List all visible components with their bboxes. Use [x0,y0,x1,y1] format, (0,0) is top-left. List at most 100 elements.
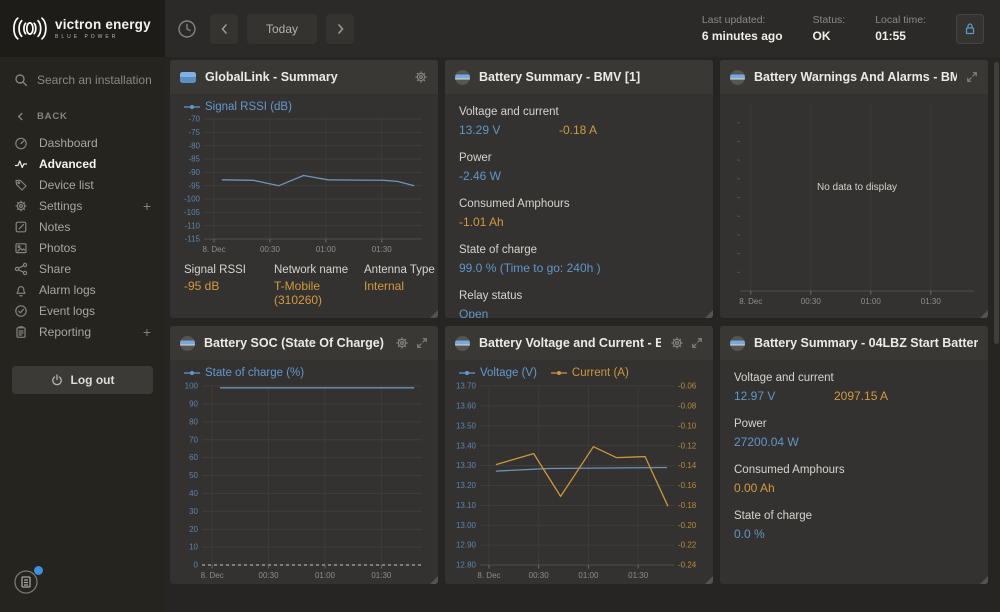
svg-text:01:30: 01:30 [921,297,942,306]
sidebar-item-event-logs[interactable]: Event logs [0,300,165,321]
legend-entry[interactable]: Signal RSSI (dB) [184,101,292,113]
scrollbar-thumb[interactable] [994,62,999,344]
sidebar-item-advanced[interactable]: Advanced [0,153,165,174]
line-marker-icon [459,369,475,377]
prev-period-button[interactable] [210,14,238,44]
brand-logo[interactable]: victron energy BLUE POWER [0,0,165,57]
card-header[interactable]: Battery Summary - 04LBZ Start Battery... [720,326,988,360]
resize-grip[interactable] [980,576,988,584]
bmv-device-icon [730,336,745,351]
svg-text:-0.22: -0.22 [678,541,697,550]
globallink-stat: Antenna TypeInternal [364,264,438,307]
resize-grip[interactable] [980,310,988,318]
logout-button[interactable]: Log out [12,366,153,394]
card-header[interactable]: Battery Voltage and Current - BMV [1] [445,326,713,360]
sidebar-item-reporting[interactable]: Reporting + [0,321,165,342]
expand-icon[interactable] [691,337,703,349]
chart-legend: Voltage (V) Current (A) [445,360,713,380]
gear-icon[interactable] [670,336,684,350]
plus-icon[interactable]: + [143,198,151,214]
battery-summary-rows: Voltage and current12.97 V2097.15 APower… [720,360,988,568]
svg-text:30: 30 [189,507,198,516]
stat-row: Voltage and current13.29 V-0.18 A [459,106,699,139]
svg-text:01:30: 01:30 [372,245,393,254]
stat-label: Voltage and current [459,106,699,118]
svg-text:-0.06: -0.06 [678,382,697,391]
sidebar-item-photos[interactable]: Photos [0,237,165,258]
sidebar-item-label: Reporting [39,325,91,339]
svg-text:80: 80 [189,417,198,426]
resize-grip[interactable] [705,576,713,584]
search-input[interactable] [37,73,155,87]
stat-value: Open [459,307,559,318]
card-header[interactable]: Battery Warnings And Alarms - BMV... [720,60,988,94]
svg-text:-110: -110 [185,221,201,230]
legend-entry[interactable]: Voltage (V) [459,367,537,379]
sidebar-item-device-list[interactable]: Device list [0,174,165,195]
gear-icon[interactable] [414,70,428,84]
next-period-button[interactable] [326,14,354,44]
gear-icon [14,199,28,213]
stat-label: Consumed Amphours [734,464,974,476]
expand-icon[interactable] [416,337,428,349]
lock-layout-button[interactable] [956,14,984,44]
dashboard-grid: GlobalLink - Summary Signal RSSI (dB) -7… [170,60,992,584]
stat-row: Consumed Amphours0.00 Ah [734,464,974,497]
back-button[interactable]: BACK [0,97,165,132]
sidebar-item-alarm-logs[interactable]: Alarm logs [0,279,165,300]
card-header[interactable]: GlobalLink - Summary [170,60,438,94]
stat-label: Power [734,418,974,430]
svg-text:-115: -115 [185,235,201,244]
svg-text:-75: -75 [188,128,200,137]
bmv-device-icon [455,336,470,351]
local-time-label: Local time: [875,14,926,26]
plus-icon[interactable]: + [143,324,151,340]
svg-text:01:00: 01:00 [316,245,337,254]
stat-value: -1.01 Ah [459,215,559,229]
today-button[interactable]: Today [247,14,317,44]
resize-grip[interactable] [430,576,438,584]
card-title: Battery SOC (State Of Charge) - BM... [204,336,386,350]
whats-new-button[interactable] [12,568,42,598]
realtime-clock-icon[interactable] [177,19,197,39]
sidebar-item-dashboard[interactable]: Dashboard [0,132,165,153]
scrollbar-track[interactable] [993,57,1000,612]
card-battery-soc: Battery SOC (State Of Charge) - BM... St… [170,326,438,584]
card-header[interactable]: Battery SOC (State Of Charge) - BM... [170,326,438,360]
line-marker-icon [551,369,567,377]
bell-icon [14,283,28,297]
sidebar-item-notes[interactable]: Notes [0,216,165,237]
installation-search[interactable] [0,57,165,97]
card-header[interactable]: Battery Summary - BMV [1] [445,60,713,94]
rssi-chart[interactable]: -70-75-80-85-90-95-100-105-110-1158. Dec… [176,114,438,256]
voltage-current-chart[interactable]: 13.7013.6013.5013.4013.3013.2013.1013.00… [447,380,713,582]
sidebar-item-label: Photos [39,241,76,255]
svg-text:-0.14: -0.14 [678,461,697,470]
legend-label: Signal RSSI (dB) [205,101,292,113]
sidebar-item-settings[interactable]: Settings+ [0,195,165,216]
svg-text:70: 70 [189,435,198,444]
gear-icon[interactable] [395,336,409,350]
brand-name: victron energy [55,17,151,32]
svg-text:40: 40 [189,489,198,498]
svg-text:60: 60 [189,453,198,462]
sidebar-item-share[interactable]: Share [0,258,165,279]
card-title: GlobalLink - Summary [205,70,405,84]
expand-icon[interactable] [966,71,978,83]
globallink-device-icon [180,72,196,83]
legend-entry[interactable]: State of charge (%) [184,367,304,379]
resize-grip[interactable] [705,310,713,318]
legend-entry[interactable]: Current (A) [551,367,629,379]
status-value: OK [813,29,846,43]
warnings-chart[interactable]: 8. Dec00:3001:0001:30No data to display [726,100,988,308]
svg-text:12.90: 12.90 [456,541,477,550]
battery-summary-rows: Voltage and current13.29 V-0.18 APower-2… [445,94,713,318]
svg-text:10: 10 [189,543,198,552]
svg-text:-95: -95 [188,181,200,190]
soc-chart[interactable]: 10090807060504030201008. Dec00:3001:0001… [176,380,438,582]
svg-text:-70: -70 [188,115,200,124]
sidebar-item-label: Advanced [39,157,96,171]
resize-grip[interactable] [430,310,438,318]
svg-text:0: 0 [194,561,199,570]
card-title: Battery Warnings And Alarms - BMV... [754,70,957,84]
